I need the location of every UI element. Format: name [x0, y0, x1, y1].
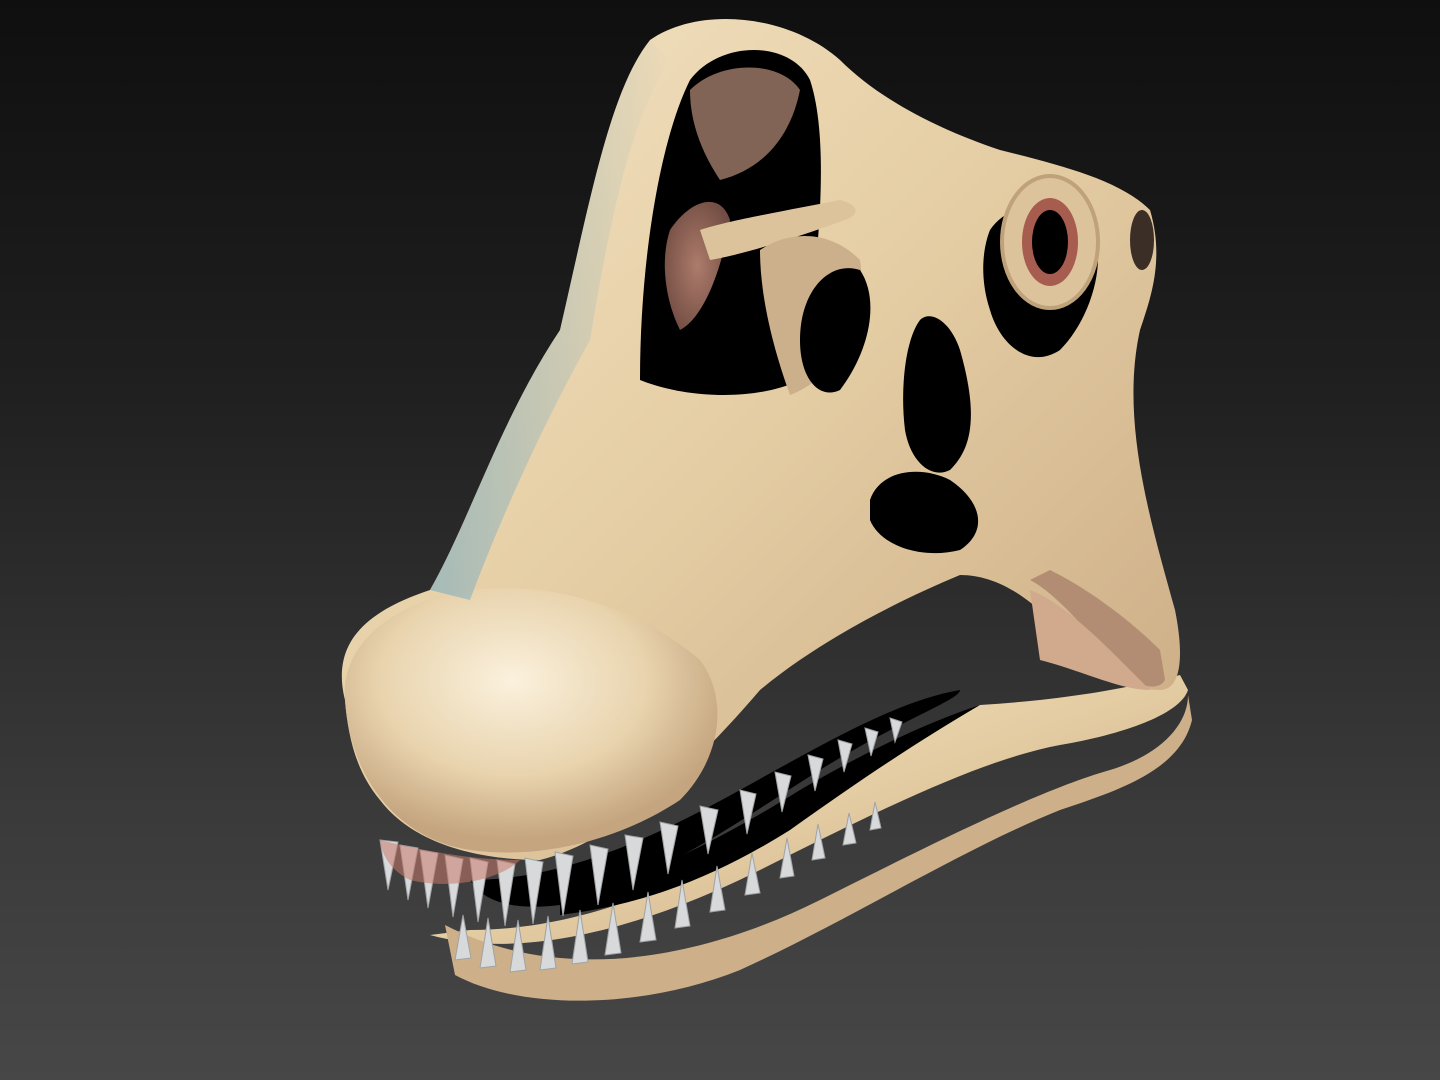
render-viewport [0, 0, 1440, 1080]
skull-render [341, 18, 1192, 1001]
rear-foramen [1130, 210, 1154, 270]
orbital-ring [1000, 174, 1100, 310]
